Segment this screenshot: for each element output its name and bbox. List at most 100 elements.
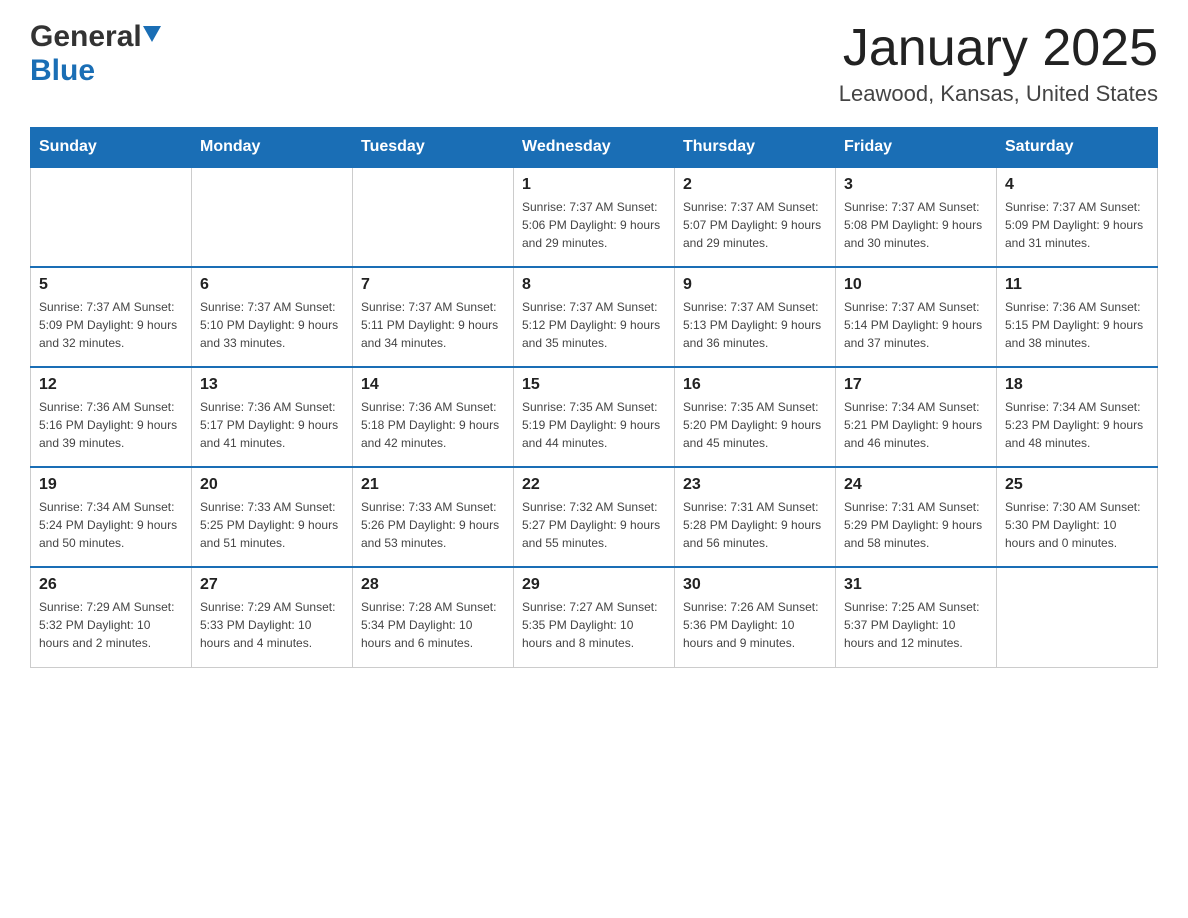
day-info: Sunrise: 7:36 AM Sunset: 5:17 PM Dayligh…: [200, 398, 344, 452]
day-number: 15: [522, 376, 666, 394]
column-header-thursday: Thursday: [675, 128, 836, 168]
day-cell: [192, 167, 353, 267]
day-cell: 24Sunrise: 7:31 AM Sunset: 5:29 PM Dayli…: [836, 467, 997, 567]
day-info: Sunrise: 7:36 AM Sunset: 5:18 PM Dayligh…: [361, 398, 505, 452]
day-info: Sunrise: 7:37 AM Sunset: 5:09 PM Dayligh…: [39, 298, 183, 352]
day-info: Sunrise: 7:34 AM Sunset: 5:24 PM Dayligh…: [39, 498, 183, 552]
day-cell: 7 Sunrise: 7:37 AM Sunset: 5:11 PM Daylig…: [353, 267, 514, 367]
day-info: Sunrise: 7:37 AM Sunset: 5:14 PM Dayligh…: [844, 298, 988, 352]
column-header-saturday: Saturday: [997, 128, 1158, 168]
day-cell: 26Sunrise: 7:29 AM Sunset: 5:32 PM Dayli…: [31, 567, 192, 667]
column-header-sunday: Sunday: [31, 128, 192, 168]
day-cell: 31Sunrise: 7:25 AM Sunset: 5:37 PM Dayli…: [836, 567, 997, 667]
day-number: 25: [1005, 476, 1149, 494]
day-info: Sunrise: 7:37 AM Sunset: 5:06 PM Dayligh…: [522, 198, 666, 252]
day-number: 6: [200, 276, 344, 294]
day-cell: [997, 567, 1158, 667]
day-cell: 28Sunrise: 7:28 AM Sunset: 5:34 PM Dayli…: [353, 567, 514, 667]
day-cell: 9 Sunrise: 7:37 AM Sunset: 5:13 PM Daylig…: [675, 267, 836, 367]
day-info: Sunrise: 7:25 AM Sunset: 5:37 PM Dayligh…: [844, 598, 988, 652]
day-cell: 15 Sunrise: 7:35 AM Sunset: 5:19 PM Dayli…: [514, 367, 675, 467]
day-cell: 22Sunrise: 7:32 AM Sunset: 5:27 PM Dayli…: [514, 467, 675, 567]
calendar-table: SundayMondayTuesdayWednesdayThursdayFrid…: [30, 127, 1158, 668]
day-number: 27: [200, 576, 344, 594]
week-row-3: 12 Sunrise: 7:36 AM Sunset: 5:16 PM Dayli…: [31, 367, 1158, 467]
day-number: 5: [39, 276, 183, 294]
day-cell: 8 Sunrise: 7:37 AM Sunset: 5:12 PM Daylig…: [514, 267, 675, 367]
day-number: 17: [844, 376, 988, 394]
column-header-tuesday: Tuesday: [353, 128, 514, 168]
title-block: January 2025 Leawood, Kansas, United Sta…: [839, 20, 1158, 107]
day-number: 19: [39, 476, 183, 494]
day-info: Sunrise: 7:37 AM Sunset: 5:09 PM Dayligh…: [1005, 198, 1149, 252]
week-row-4: 19 Sunrise: 7:34 AM Sunset: 5:24 PM Dayli…: [31, 467, 1158, 567]
logo-general: General: [30, 20, 142, 53]
day-info: Sunrise: 7:29 AM Sunset: 5:32 PM Dayligh…: [39, 598, 183, 652]
day-number: 16: [683, 376, 827, 394]
day-cell: 29 Sunrise: 7:27 AM Sunset: 5:35 PM Dayli…: [514, 567, 675, 667]
day-number: 7: [361, 276, 505, 294]
day-number: 29: [522, 576, 666, 594]
day-info: Sunrise: 7:34 AM Sunset: 5:23 PM Dayligh…: [1005, 398, 1149, 452]
day-number: 21: [361, 476, 505, 494]
page-header: General Blue January 2025 Leawood, Kansa…: [30, 20, 1158, 107]
day-number: 3: [844, 176, 988, 194]
day-info: Sunrise: 7:37 AM Sunset: 5:12 PM Dayligh…: [522, 298, 666, 352]
day-cell: 18 Sunrise: 7:34 AM Sunset: 5:23 PM Dayli…: [997, 367, 1158, 467]
day-cell: 14 Sunrise: 7:36 AM Sunset: 5:18 PM Dayli…: [353, 367, 514, 467]
day-info: Sunrise: 7:36 AM Sunset: 5:16 PM Dayligh…: [39, 398, 183, 452]
day-info: Sunrise: 7:33 AM Sunset: 5:25 PM Dayligh…: [200, 498, 344, 552]
day-cell: 3 Sunrise: 7:37 AM Sunset: 5:08 PM Daylig…: [836, 167, 997, 267]
day-info: Sunrise: 7:35 AM Sunset: 5:20 PM Dayligh…: [683, 398, 827, 452]
day-number: 8: [522, 276, 666, 294]
day-cell: 20 Sunrise: 7:33 AM Sunset: 5:25 PM Dayli…: [192, 467, 353, 567]
day-info: Sunrise: 7:27 AM Sunset: 5:35 PM Dayligh…: [522, 598, 666, 652]
week-row-5: 26Sunrise: 7:29 AM Sunset: 5:32 PM Dayli…: [31, 567, 1158, 667]
day-cell: 4 Sunrise: 7:37 AM Sunset: 5:09 PM Daylig…: [997, 167, 1158, 267]
day-info: Sunrise: 7:26 AM Sunset: 5:36 PM Dayligh…: [683, 598, 827, 652]
day-info: Sunrise: 7:31 AM Sunset: 5:29 PM Dayligh…: [844, 498, 988, 552]
day-number: 28: [361, 576, 505, 594]
day-cell: 21Sunrise: 7:33 AM Sunset: 5:26 PM Dayli…: [353, 467, 514, 567]
day-info: Sunrise: 7:31 AM Sunset: 5:28 PM Dayligh…: [683, 498, 827, 552]
day-number: 9: [683, 276, 827, 294]
day-info: Sunrise: 7:35 AM Sunset: 5:19 PM Dayligh…: [522, 398, 666, 452]
logo: General Blue: [30, 20, 161, 88]
logo-text: General Blue: [30, 20, 161, 88]
day-number: 10: [844, 276, 988, 294]
day-cell: 5 Sunrise: 7:37 AM Sunset: 5:09 PM Daylig…: [31, 267, 192, 367]
day-info: Sunrise: 7:37 AM Sunset: 5:11 PM Dayligh…: [361, 298, 505, 352]
day-number: 23: [683, 476, 827, 494]
logo-triangle-icon: [143, 26, 161, 42]
day-info: Sunrise: 7:30 AM Sunset: 5:30 PM Dayligh…: [1005, 498, 1149, 552]
day-number: 14: [361, 376, 505, 394]
day-cell: 10 Sunrise: 7:37 AM Sunset: 5:14 PM Dayli…: [836, 267, 997, 367]
day-number: 20: [200, 476, 344, 494]
day-info: Sunrise: 7:37 AM Sunset: 5:10 PM Dayligh…: [200, 298, 344, 352]
day-info: Sunrise: 7:36 AM Sunset: 5:15 PM Dayligh…: [1005, 298, 1149, 352]
day-number: 4: [1005, 176, 1149, 194]
day-cell: [31, 167, 192, 267]
logo-blue: Blue: [30, 54, 95, 87]
day-number: 12: [39, 376, 183, 394]
day-cell: [353, 167, 514, 267]
column-header-friday: Friday: [836, 128, 997, 168]
day-cell: 1Sunrise: 7:37 AM Sunset: 5:06 PM Daylig…: [514, 167, 675, 267]
day-cell: 2Sunrise: 7:37 AM Sunset: 5:07 PM Daylig…: [675, 167, 836, 267]
column-header-wednesday: Wednesday: [514, 128, 675, 168]
day-cell: 16 Sunrise: 7:35 AM Sunset: 5:20 PM Dayli…: [675, 367, 836, 467]
header-row: SundayMondayTuesdayWednesdayThursdayFrid…: [31, 128, 1158, 168]
day-number: 30: [683, 576, 827, 594]
column-header-monday: Monday: [192, 128, 353, 168]
day-info: Sunrise: 7:37 AM Sunset: 5:08 PM Dayligh…: [844, 198, 988, 252]
day-info: Sunrise: 7:37 AM Sunset: 5:13 PM Dayligh…: [683, 298, 827, 352]
day-info: Sunrise: 7:29 AM Sunset: 5:33 PM Dayligh…: [200, 598, 344, 652]
day-info: Sunrise: 7:37 AM Sunset: 5:07 PM Dayligh…: [683, 198, 827, 252]
day-number: 11: [1005, 276, 1149, 294]
day-info: Sunrise: 7:32 AM Sunset: 5:27 PM Dayligh…: [522, 498, 666, 552]
day-number: 18: [1005, 376, 1149, 394]
day-info: Sunrise: 7:34 AM Sunset: 5:21 PM Dayligh…: [844, 398, 988, 452]
calendar-subtitle: Leawood, Kansas, United States: [839, 81, 1158, 107]
week-row-2: 5 Sunrise: 7:37 AM Sunset: 5:09 PM Daylig…: [31, 267, 1158, 367]
day-cell: 27 Sunrise: 7:29 AM Sunset: 5:33 PM Dayli…: [192, 567, 353, 667]
